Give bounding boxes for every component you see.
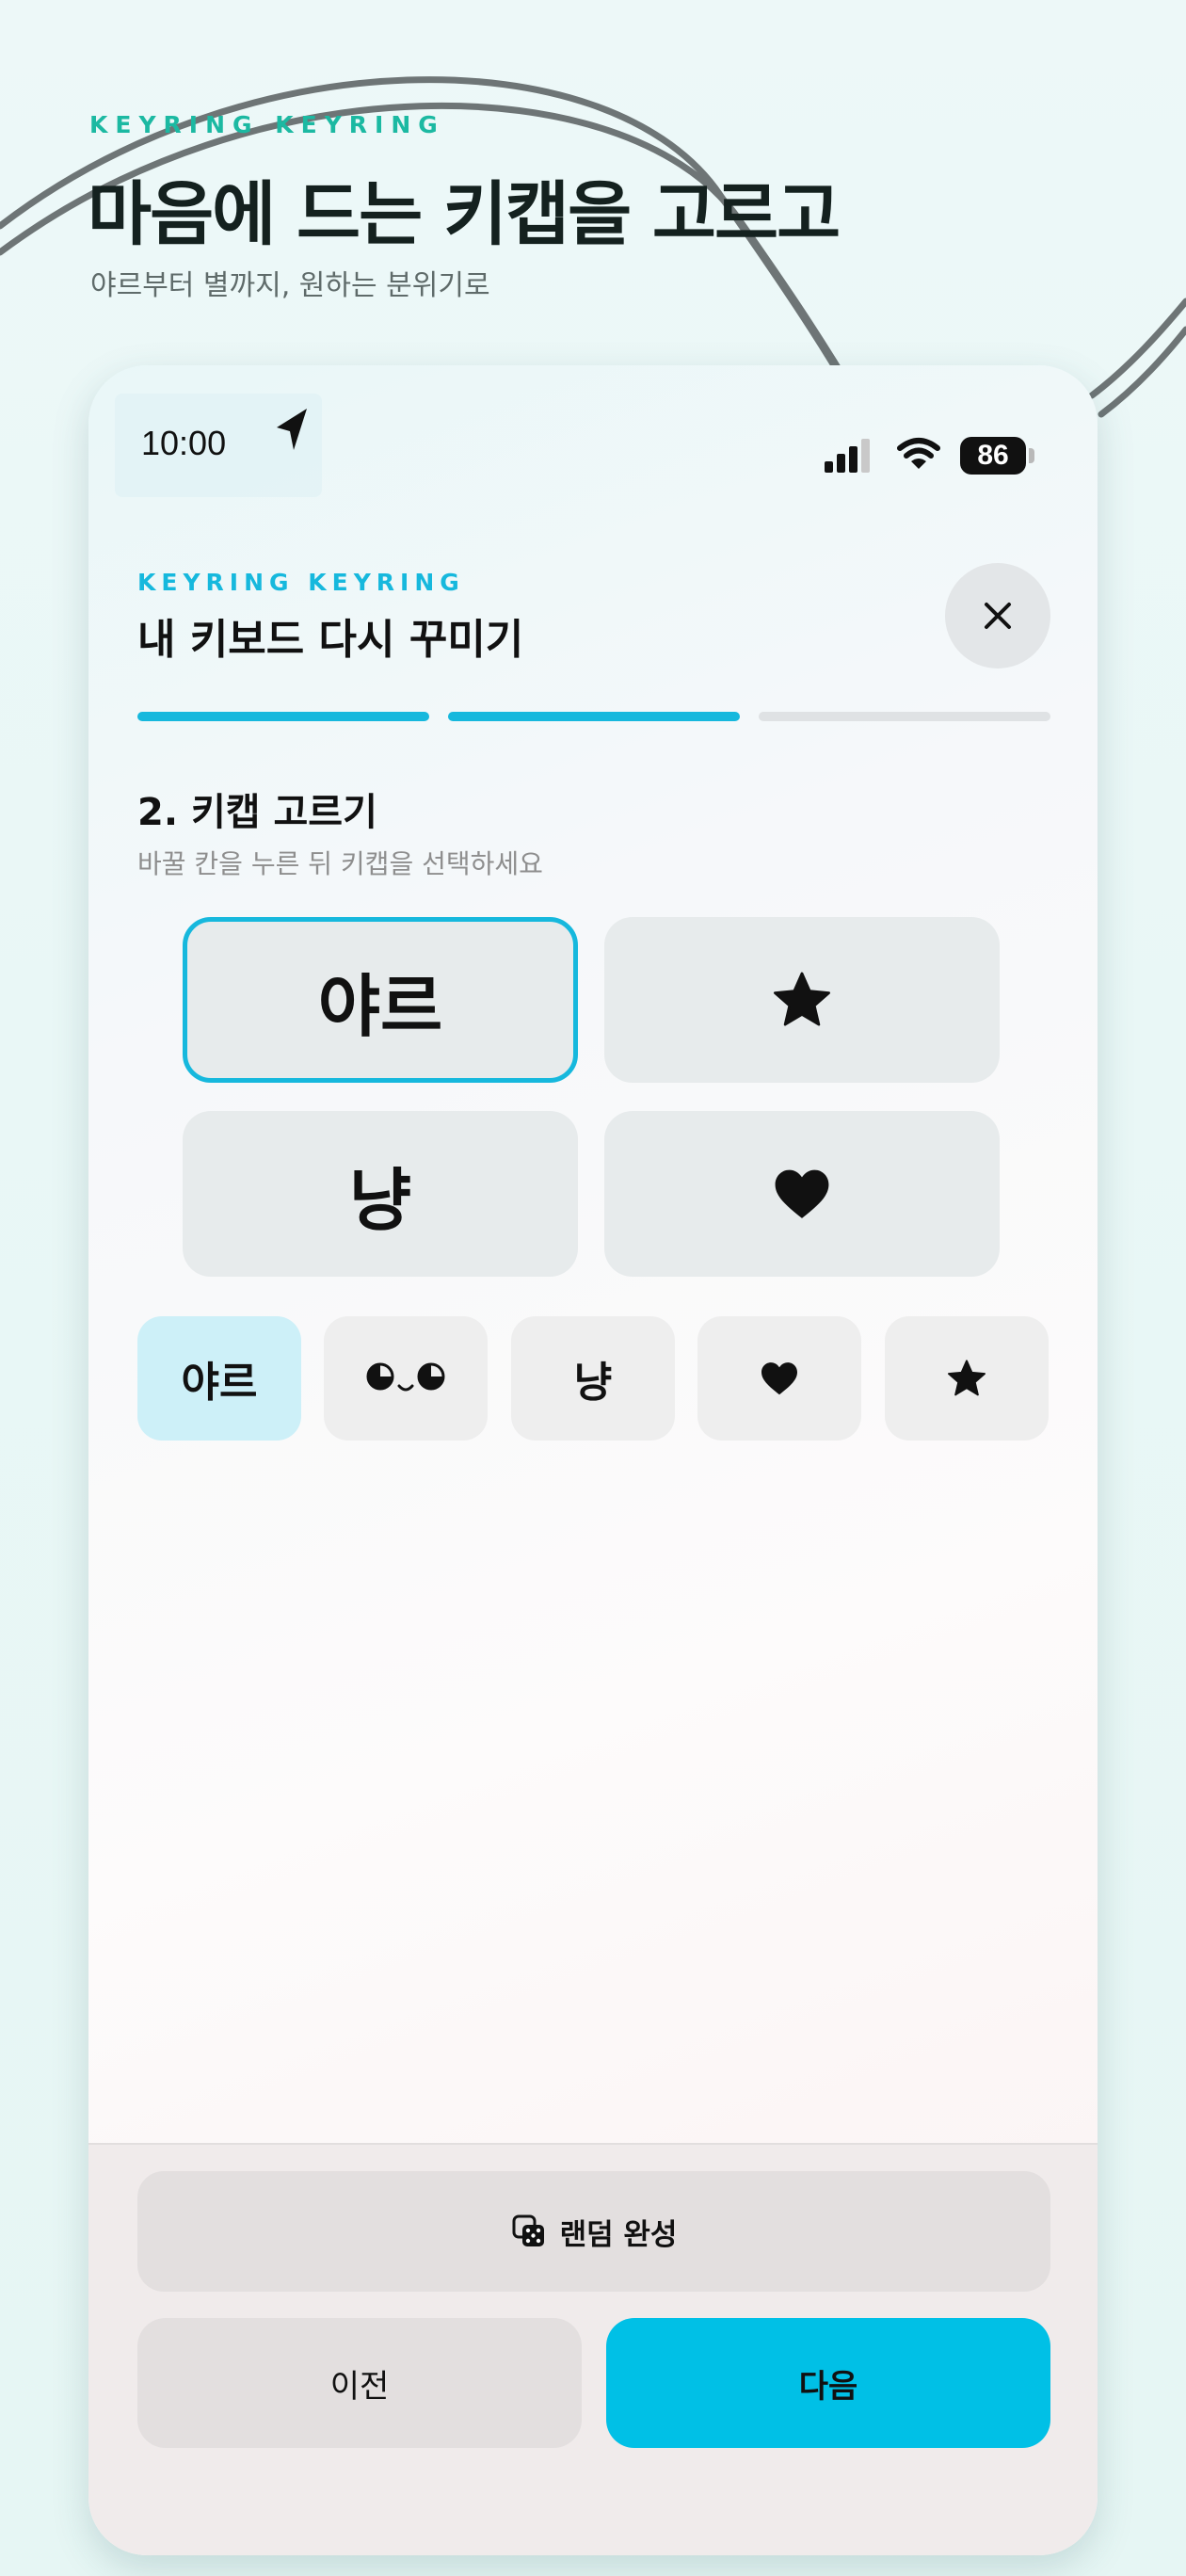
heart-icon	[775, 1169, 829, 1218]
wifi-icon	[897, 438, 940, 469]
star-icon	[948, 1360, 986, 1396]
option-yar-label: 야르	[181, 1359, 258, 1407]
dice-icon	[512, 2214, 544, 2246]
keycap-slot-1[interactable]: 야르	[183, 917, 578, 1083]
cellular-signal-icon	[825, 439, 870, 473]
promo-brand: KEYRING KEYRING	[89, 111, 445, 138]
next-button[interactable]: 다음	[606, 2318, 1050, 2448]
heart-icon	[761, 1362, 797, 1395]
option-yar[interactable]: 야르	[137, 1316, 301, 1441]
close-icon	[985, 603, 1011, 629]
random-complete-button[interactable]: 랜덤 완성	[137, 2171, 1050, 2292]
keycap-slot-3[interactable]: 냥	[183, 1111, 578, 1277]
status-time: 10:00	[141, 424, 227, 462]
option-heart[interactable]	[697, 1316, 861, 1441]
step-hint: 바꿀 칸을 누른 뒤 키캡을 선택하세요	[137, 848, 543, 879]
battery-icon: 86	[960, 437, 1035, 475]
keycap-slot-4[interactable]	[604, 1111, 1000, 1277]
close-button[interactable]	[945, 563, 1050, 668]
option-kaomoji[interactable]	[324, 1316, 488, 1441]
random-complete-label: 랜덤 완성	[559, 2217, 678, 2252]
phone-screen: 10:00 86 KEYRING KEYRING 내 키보드 다시 꾸미기 2.…	[88, 365, 1098, 2555]
option-star[interactable]	[885, 1316, 1049, 1441]
progress-segment-1	[137, 712, 429, 721]
option-nyang[interactable]: 냥	[511, 1316, 675, 1441]
progress-segment-2	[448, 712, 740, 721]
location-arrow-icon	[277, 409, 307, 450]
app-brand: KEYRING KEYRING	[137, 569, 465, 596]
star-icon	[774, 972, 830, 1026]
battery-level: 86	[960, 437, 1026, 475]
option-nyang-label: 냥	[573, 1359, 613, 1407]
keycap-slot-3-label: 냥	[348, 1160, 412, 1240]
kaomoji-face-icon	[366, 1362, 445, 1392]
progress-segment-3	[759, 712, 1050, 721]
battery-tip	[1029, 448, 1034, 463]
keycap-slot-1-label: 야르	[317, 966, 443, 1046]
promo-subtitle: 야르부터 별까지, 원하는 분위기로	[90, 269, 490, 302]
page-title: 내 키보드 다시 꾸미기	[137, 616, 524, 664]
step-progress	[137, 712, 1050, 721]
step-title: 2. 키캡 고르기	[137, 791, 377, 834]
bottom-action-bar: 랜덤 완성 이전 다음	[88, 2143, 1098, 2555]
keycap-slot-2[interactable]	[604, 917, 1000, 1083]
previous-button[interactable]: 이전	[137, 2318, 582, 2448]
promo-title: 마음에 드는 키캡을 고르고	[88, 174, 841, 255]
